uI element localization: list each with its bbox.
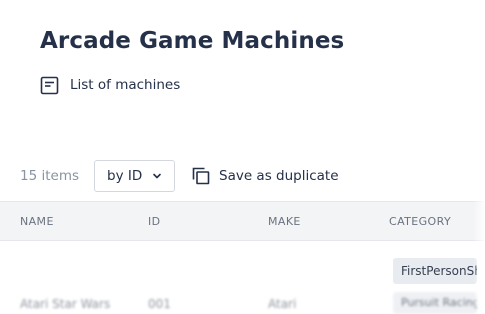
- subtitle-label: List of machines: [70, 77, 181, 93]
- sort-label: by ID: [107, 168, 143, 184]
- category-tag: Pursuit Racing: [393, 292, 477, 314]
- table-header: NAME ID MAKE CATEGORY: [0, 201, 485, 241]
- copy-icon: [192, 167, 210, 185]
- category-tag: FirstPersonShooter: [393, 258, 477, 284]
- column-header-name[interactable]: NAME: [20, 215, 54, 228]
- row-make-cell: Atari: [268, 297, 297, 311]
- row-id-cell: 001: [148, 297, 171, 311]
- column-header-make[interactable]: MAKE: [268, 215, 301, 228]
- duplicate-label: Save as duplicate: [219, 168, 339, 184]
- column-header-category[interactable]: CATEGORY: [389, 215, 451, 228]
- save-as-duplicate-button[interactable]: Save as duplicate: [192, 167, 339, 185]
- list-toolbar: 15 items by ID Save as duplicate: [20, 159, 339, 193]
- row-name-cell[interactable]: Atari Star Wars: [20, 297, 110, 311]
- page-title: Arcade Game Machines: [40, 28, 345, 54]
- item-count: 15 items: [20, 168, 80, 184]
- chevron-down-icon: [152, 171, 162, 181]
- page-subtitle: List of machines: [40, 74, 180, 96]
- sort-dropdown[interactable]: by ID: [94, 160, 175, 192]
- column-header-id[interactable]: ID: [148, 215, 161, 228]
- list-view-icon: [40, 76, 59, 95]
